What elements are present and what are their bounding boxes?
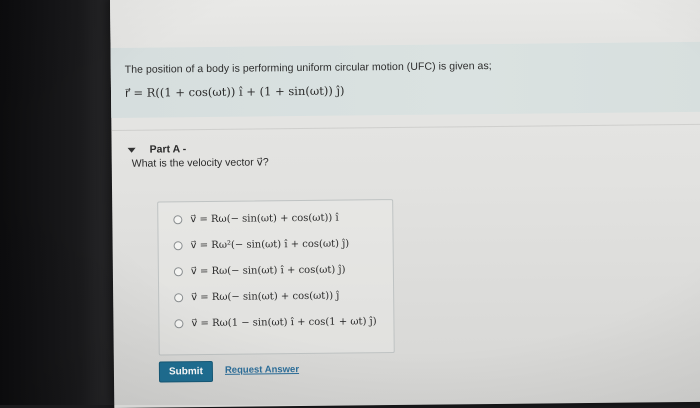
option-1[interactable]: v⃗ = Rω(− sin(ωt) + cos(ωt)) î: [173, 212, 339, 226]
radio-button[interactable]: [174, 319, 184, 329]
answer-options: v⃗ = Rω(− sin(ωt) + cos(ωt)) î v⃗ = Rω²(…: [157, 199, 395, 356]
option-5[interactable]: v⃗ = Rω(1 − sin(ωt) î + cos(1 + ωt) ĵ): [174, 316, 377, 330]
part-title: Part A -: [149, 143, 187, 156]
part-a-header[interactable]: Part A -: [127, 143, 187, 156]
caret-down-icon[interactable]: [127, 147, 136, 153]
option-formula: v⃗ = Rω(− sin(ωt) + cos(ωt)) ĵ: [191, 290, 340, 304]
radio-button[interactable]: [174, 293, 184, 303]
option-formula: v⃗ = Rω(− sin(ωt) î + cos(ωt) ĵ): [190, 264, 346, 278]
part-a-section: Part A - What is the velocity vector v⃗?…: [111, 125, 700, 401]
option-2[interactable]: v⃗ = Rω²(− sin(ωt) î + cos(ωt) ĵ): [173, 238, 350, 252]
radio-button[interactable]: [173, 267, 183, 277]
option-formula: v⃗ = Rω²(− sin(ωt) î + cos(ωt) ĵ): [190, 238, 350, 252]
top-blank-area: [110, 0, 700, 48]
part-question: What is the velocity vector v⃗?: [131, 156, 269, 170]
question-text: The position of a body is performing uni…: [124, 60, 492, 76]
submit-button[interactable]: Submit: [158, 360, 214, 383]
assignment-screen: The position of a body is performing uni…: [110, 0, 700, 408]
option-formula: v⃗ = Rω(− sin(ωt) + cos(ωt)) î: [190, 212, 339, 226]
radio-button[interactable]: [173, 241, 183, 251]
option-4[interactable]: v⃗ = Rω(− sin(ωt) + cos(ωt)) ĵ: [174, 291, 339, 304]
background-edge: [0, 0, 115, 405]
question-panel: The position of a body is performing uni…: [110, 41, 700, 118]
radio-button[interactable]: [173, 215, 183, 225]
option-formula: v⃗ = Rω(1 − sin(ωt) î + cos(1 + ωt) ĵ): [191, 316, 377, 330]
request-answer-link[interactable]: Request Answer: [225, 364, 299, 376]
option-3[interactable]: v⃗ = Rω(− sin(ωt) î + cos(ωt) ĵ): [173, 264, 346, 278]
position-formula: r⃗ = R((1 + cos(ωt)) î + (1 + sin(ωt)) ĵ…: [124, 83, 345, 100]
